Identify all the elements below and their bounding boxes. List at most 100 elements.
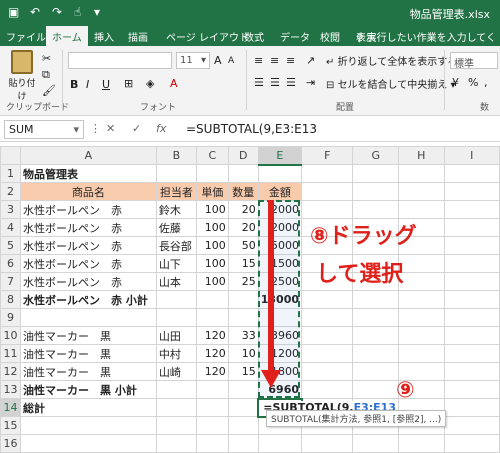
cell[interactable] [155, 416, 197, 435]
cell[interactable]: 水性ボールペン 赤 [19, 218, 157, 237]
cell[interactable] [227, 290, 259, 309]
tab-insert[interactable]: 挿入 [94, 29, 114, 44]
cell[interactable] [443, 308, 500, 327]
row-header[interactable]: 3 [0, 200, 21, 219]
tab-draw[interactable]: 描画 [128, 29, 148, 44]
decrease-font-icon[interactable]: A [228, 56, 234, 66]
cell[interactable] [301, 164, 354, 183]
italic-icon[interactable]: I [86, 78, 89, 91]
cell[interactable] [398, 254, 445, 273]
cell[interactable]: 油性マーカー 黒 [19, 362, 157, 381]
cell[interactable]: 120 [195, 362, 229, 381]
cell[interactable] [443, 344, 500, 363]
cell[interactable] [398, 290, 445, 309]
cell[interactable] [195, 290, 229, 309]
cell[interactable]: 20 [227, 200, 259, 219]
cell[interactable] [301, 344, 354, 363]
customize-qat-icon[interactable]: ▾ [94, 5, 100, 19]
cell[interactable]: 15 [227, 254, 259, 273]
merge-center-button[interactable]: ⊟ セルを結合して中央揃え ▾ [326, 76, 455, 91]
enter-icon[interactable]: ✓ [132, 122, 141, 135]
tab-page-layout[interactable]: ページ レイアウト [166, 29, 249, 44]
row-header[interactable]: 11 [0, 344, 21, 363]
cell[interactable] [443, 182, 500, 201]
cell[interactable] [195, 398, 229, 417]
cell[interactable] [398, 182, 445, 201]
comma-icon[interactable]: , [484, 76, 488, 89]
cell[interactable] [352, 380, 400, 399]
cell[interactable] [301, 326, 354, 345]
tell-me-box[interactable]: ♀ 実行したい作業を入力してく [356, 29, 496, 44]
cell[interactable] [443, 272, 500, 291]
cell[interactable] [352, 362, 400, 381]
cell[interactable] [398, 326, 445, 345]
column-header-a[interactable]: A [19, 146, 157, 165]
font-name-dropdown[interactable] [68, 52, 172, 69]
align-middle-icon[interactable]: ≡ [270, 54, 279, 67]
grand-total-label[interactable]: 総計 [19, 398, 157, 417]
cell[interactable] [398, 308, 445, 327]
tab-file[interactable]: ファイル [6, 29, 46, 44]
font-size-dropdown[interactable]: 11 ▾ [176, 52, 210, 69]
cell[interactable] [155, 290, 197, 309]
cell[interactable]: 山崎 [155, 362, 197, 381]
cell[interactable]: 100 [195, 236, 229, 255]
redo-icon[interactable]: ↷ [52, 5, 62, 19]
cell[interactable]: 油性マーカー 黒 [19, 344, 157, 363]
cell[interactable] [352, 434, 400, 453]
row-header[interactable]: 5 [0, 236, 21, 255]
cell[interactable] [257, 434, 303, 453]
number-format-dropdown[interactable]: 標準 [450, 52, 498, 70]
increase-font-icon[interactable]: A [214, 54, 222, 67]
cell[interactable] [155, 398, 197, 417]
cell[interactable] [227, 308, 259, 327]
column-header-f[interactable]: F [301, 146, 354, 165]
cell[interactable] [155, 308, 197, 327]
cell[interactable]: 100 [195, 200, 229, 219]
cell[interactable] [443, 164, 500, 183]
column-header-g[interactable]: G [352, 146, 400, 165]
header-cell[interactable]: 金額 [257, 182, 303, 201]
row-header[interactable]: 13 [0, 380, 21, 399]
cell[interactable] [227, 398, 259, 417]
cell[interactable] [257, 164, 303, 183]
column-header-e[interactable]: E [257, 146, 303, 166]
cell[interactable]: 油性マーカー 黒 [19, 326, 157, 345]
cell[interactable] [19, 308, 157, 327]
cell[interactable] [352, 200, 400, 219]
cell[interactable] [301, 380, 354, 399]
select-all-corner[interactable] [0, 146, 21, 165]
header-cell[interactable]: 担当者 [155, 182, 197, 201]
cell[interactable] [398, 434, 445, 453]
cell[interactable] [398, 200, 445, 219]
cell[interactable] [227, 164, 259, 183]
orientation-icon[interactable]: ↗ [306, 54, 315, 67]
cell[interactable]: 25 [227, 272, 259, 291]
cell[interactable]: 100 [195, 218, 229, 237]
column-header-h[interactable]: H [398, 146, 445, 165]
align-left-icon[interactable]: ☰ [254, 76, 264, 89]
cell[interactable]: 水性ボールペン 赤 [19, 200, 157, 219]
cell[interactable]: 水性ボールペン 赤 [19, 272, 157, 291]
currency-icon[interactable]: ¥ [452, 76, 459, 89]
column-header-i[interactable]: I [443, 146, 500, 165]
name-box[interactable]: SUM ▾ [4, 120, 84, 139]
row-header[interactable]: 12 [0, 362, 21, 381]
header-cell[interactable]: 単価 [195, 182, 229, 201]
cell[interactable]: 50 [227, 236, 259, 255]
undo-icon[interactable]: ↶ [30, 5, 40, 19]
cell[interactable] [398, 164, 445, 183]
cell[interactable]: 10 [227, 344, 259, 363]
font-color-icon[interactable]: A [170, 77, 178, 90]
cell[interactable] [195, 164, 229, 183]
align-bottom-icon[interactable]: ≡ [286, 54, 295, 67]
row-header[interactable]: 4 [0, 218, 21, 237]
subtotal-label[interactable]: 水性ボールペン 赤 小計 [19, 290, 157, 309]
cell[interactable] [19, 434, 157, 453]
row-header[interactable]: 16 [0, 434, 21, 453]
touch-mode-icon[interactable]: ☝ [74, 5, 81, 19]
cell[interactable]: 佐藤 [155, 218, 197, 237]
row-header[interactable]: 15 [0, 416, 21, 435]
tab-formulas[interactable]: 数式 [244, 29, 264, 44]
cell[interactable]: 15 [227, 362, 259, 381]
